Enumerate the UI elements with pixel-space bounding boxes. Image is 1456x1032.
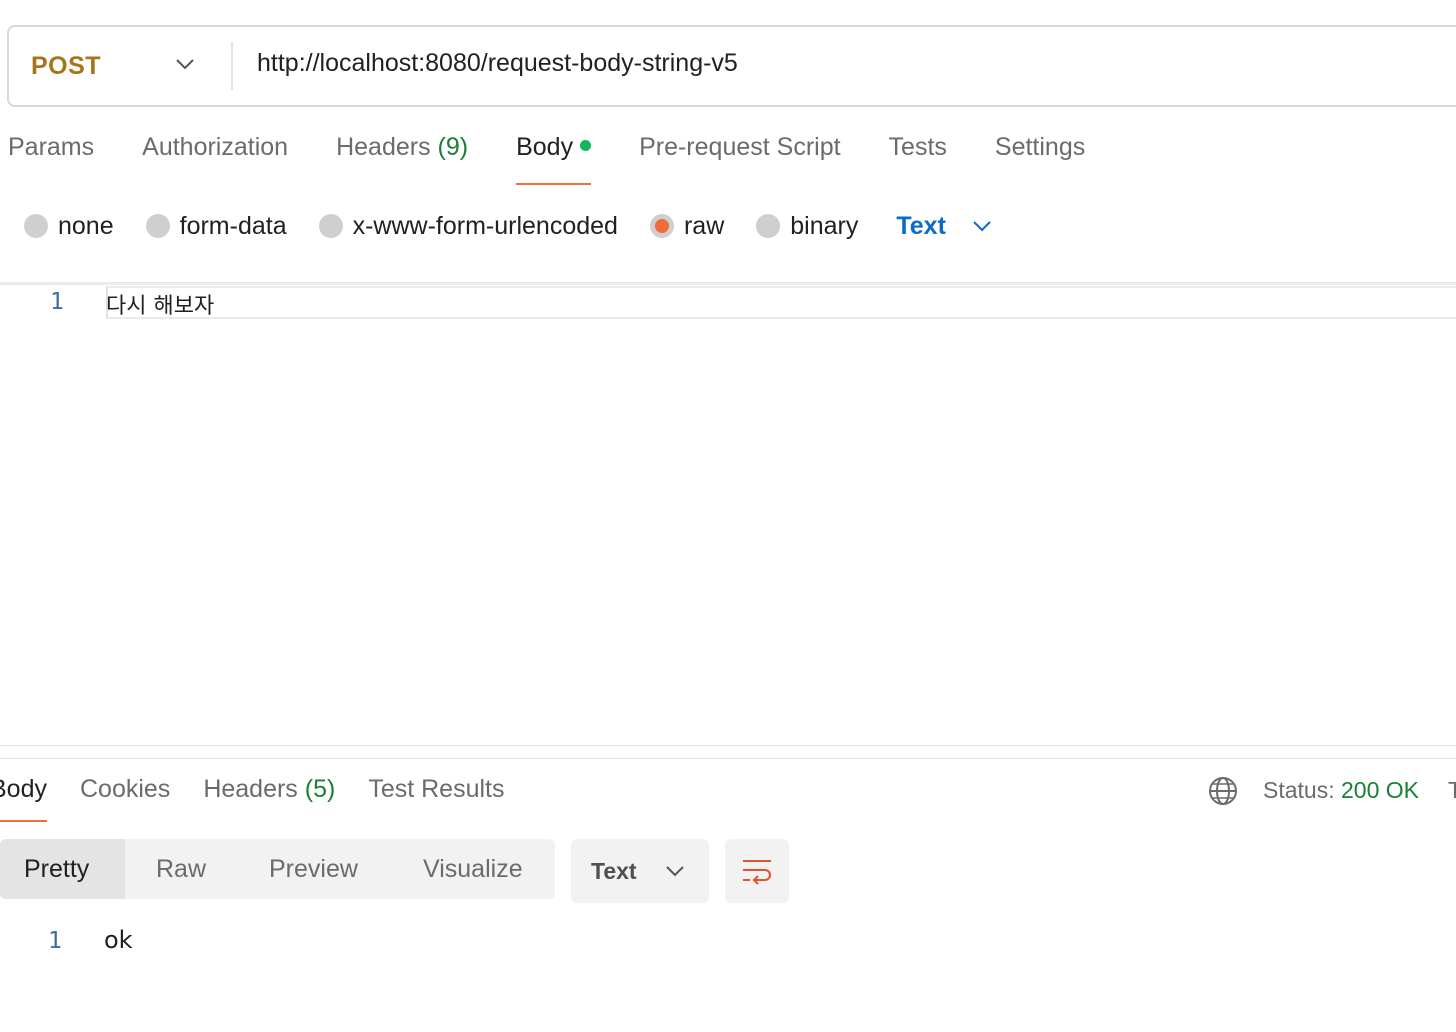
- status-label: Status:: [1263, 777, 1335, 803]
- tab-settings-label: Settings: [994, 133, 1086, 161]
- resp-headers-count: (5): [304, 775, 336, 803]
- raw-format-select[interactable]: Text: [896, 212, 992, 241]
- status-value[interactable]: 200 OK: [1341, 777, 1419, 803]
- view-visualize-label: Visualize: [423, 854, 523, 883]
- response-format-label: Text: [591, 857, 637, 884]
- response-view-modes: Pretty Raw Preview Visualize: [0, 839, 555, 899]
- tab-tests-label: Tests: [888, 133, 947, 161]
- radio-raw-icon[interactable]: [649, 214, 674, 238]
- view-pretty-button[interactable]: Pretty: [0, 839, 125, 899]
- request-tabs: Params Authorization Headers (9) Body Pr…: [8, 133, 1133, 189]
- wrap-lines-button[interactable]: [725, 839, 789, 903]
- raw-format-label: Text: [896, 211, 946, 240]
- body-type-options: none form-data x-www-form-urlencoded raw…: [24, 208, 992, 244]
- editor-top-border: [0, 282, 1456, 285]
- headers-count: (9): [437, 133, 469, 161]
- tab-params[interactable]: Params: [8, 133, 94, 187]
- tab-authorization[interactable]: Authorization: [142, 133, 288, 187]
- body-type-urlencoded-label: x-www-form-urlencoded: [352, 211, 618, 240]
- tab-tests[interactable]: Tests: [889, 133, 947, 187]
- body-type-none-label: none: [58, 211, 114, 240]
- response-status: Status: 200 OK: [1263, 777, 1419, 804]
- resp-tab-body[interactable]: Body: [0, 775, 47, 825]
- status-time-truncated: T: [1448, 777, 1456, 803]
- tab-body-label: Body: [516, 133, 574, 161]
- view-preview-button[interactable]: Preview: [237, 839, 392, 899]
- body-modified-dot-icon: [580, 140, 592, 151]
- response-line-number: 1: [48, 928, 62, 954]
- body-type-raw[interactable]: raw: [649, 211, 725, 241]
- resp-tab-cookies-label: Cookies: [79, 775, 171, 803]
- editor-line-number: 1: [50, 289, 64, 315]
- body-type-form-data[interactable]: form-data: [145, 211, 287, 241]
- editor-active-line[interactable]: [106, 286, 1456, 319]
- radio-form-data-icon[interactable]: [145, 214, 170, 238]
- view-preview-label: Preview: [269, 854, 358, 883]
- body-type-form-data-label: form-data: [179, 211, 287, 240]
- radio-none-icon[interactable]: [24, 214, 48, 238]
- tab-headers-label: Headers: [336, 133, 431, 161]
- resp-tab-headers-label: Headers: [203, 775, 298, 803]
- tab-params-label: Params: [8, 133, 95, 161]
- response-pane-divider[interactable]: [0, 745, 1456, 759]
- url-input[interactable]: [233, 27, 1456, 105]
- resp-tab-cookies[interactable]: Cookies: [80, 775, 170, 825]
- resp-tab-test-results[interactable]: Test Results: [368, 775, 504, 825]
- method-select[interactable]: POST: [9, 27, 231, 105]
- tab-body[interactable]: Body: [516, 133, 592, 187]
- url-bar: POST: [7, 25, 1456, 107]
- view-raw-button[interactable]: Raw: [125, 839, 237, 899]
- resp-tab-headers[interactable]: Headers (5): [203, 775, 335, 825]
- tab-authorization-label: Authorization: [142, 133, 289, 161]
- globe-icon[interactable]: [1208, 776, 1238, 806]
- view-raw-label: Raw: [156, 854, 207, 883]
- view-pretty-label: Pretty: [24, 854, 90, 883]
- view-visualize-button[interactable]: Visualize: [392, 839, 552, 899]
- response-body-content[interactable]: ok: [104, 926, 133, 954]
- response-tabs: Body Cookies Headers (5) Test Results: [0, 775, 538, 825]
- resp-tab-test-results-label: Test Results: [368, 775, 505, 803]
- chevron-down-icon: [176, 59, 194, 70]
- body-type-binary-label: binary: [790, 211, 859, 240]
- resp-tab-body-label: Body: [0, 775, 47, 803]
- body-type-none[interactable]: none: [24, 212, 114, 241]
- body-type-raw-label: raw: [683, 211, 725, 240]
- tab-settings[interactable]: Settings: [995, 133, 1085, 187]
- chevron-down-icon: [973, 221, 991, 232]
- request-editor-window: POST Params Authorization Headers (9) Bo…: [0, 0, 1456, 1032]
- tab-headers[interactable]: Headers (9): [336, 133, 468, 187]
- radio-urlencoded-icon[interactable]: [318, 214, 343, 238]
- tab-pre-request-label: Pre-request Script: [639, 133, 841, 161]
- method-label: POST: [31, 51, 102, 80]
- chevron-down-icon: [665, 866, 684, 877]
- body-type-binary[interactable]: binary: [756, 212, 858, 241]
- editor-content[interactable]: 다시 해보자: [106, 288, 214, 320]
- radio-binary-icon[interactable]: [756, 214, 781, 238]
- tab-pre-request-script[interactable]: Pre-request Script: [639, 133, 840, 187]
- response-format-select[interactable]: Text: [571, 839, 709, 903]
- body-type-urlencoded[interactable]: x-www-form-urlencoded: [318, 211, 618, 241]
- wrap-lines-icon: [743, 860, 771, 885]
